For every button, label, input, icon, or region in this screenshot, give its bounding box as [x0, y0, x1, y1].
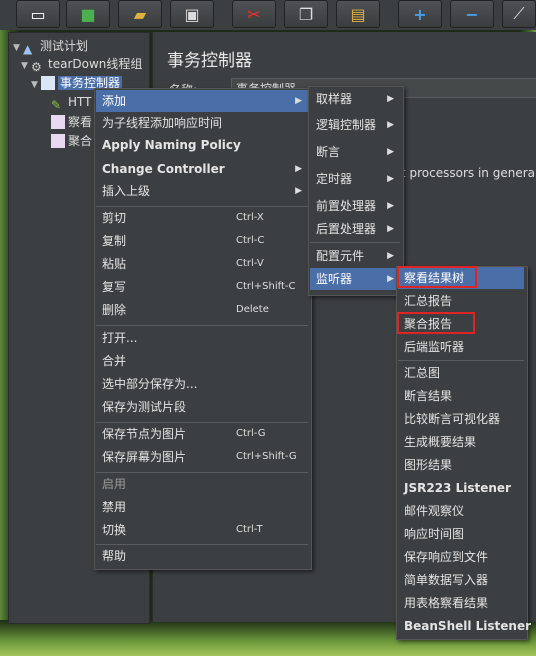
menu-item-delete[interactable]: 删除 Delete [96, 299, 308, 321]
pen-icon: ✎ [51, 98, 62, 112]
submenu-arrow-icon: ▶ [387, 94, 394, 104]
flask-icon: ▲ [23, 42, 33, 56]
menu-item-duplicate[interactable]: 复写 Ctrl+Shift-C [96, 276, 308, 298]
listener-item-save-responses[interactable]: 保存响应到文件 [398, 546, 524, 568]
expand-icon[interactable]: + [398, 0, 442, 28]
toggle-icon[interactable]: ⟋ [502, 0, 536, 28]
submenu-item-assertion[interactable]: 断言 ▶ [310, 141, 400, 163]
paste-icon[interactable]: ▤ [336, 0, 380, 28]
tree-item-label: HTT [68, 95, 92, 109]
menu-item-save-screen-image[interactable]: 保存屏幕为图片 Ctrl+Shift-G [96, 446, 308, 468]
submenu-arrow-icon: ▶ [387, 174, 394, 184]
menu-item-open[interactable]: 打开... [96, 327, 308, 349]
submenu-arrow-icon: ▶ [387, 120, 394, 130]
menu-item-disable[interactable]: 禁用 [96, 496, 308, 518]
menu-item-add-think-time[interactable]: 为子线程添加响应时间 [96, 112, 308, 134]
submenu-item-post-processor[interactable]: 后置处理器 ▶ [310, 218, 400, 240]
submenu-item-sampler[interactable]: 取样器 ▶ [310, 88, 400, 110]
tree-item-http[interactable]: ✎ HTT [51, 93, 92, 112]
menu-item-save-fragment[interactable]: 保存为测试片段 [96, 396, 308, 418]
menu-separator [96, 325, 308, 326]
submenu-arrow-icon: ▶ [387, 201, 394, 211]
save-icon[interactable]: ▣ [170, 0, 214, 28]
menu-item-save-selection[interactable]: 选中部分保存为... [96, 373, 308, 395]
tree-item-teardown[interactable]: ▼ ⚙ tearDown线程组 [21, 55, 143, 75]
listener-item-summary-report[interactable]: 汇总报告 [398, 290, 524, 312]
tree-item-view-results[interactable]: 察看 [51, 113, 92, 131]
menu-item-copy[interactable]: 复制 Ctrl-C [96, 230, 308, 252]
menu-item-paste[interactable]: 粘贴 Ctrl-V [96, 253, 308, 275]
tree-item-label: tearDown线程组 [48, 57, 143, 71]
expand-icon[interactable]: ▼ [21, 57, 31, 75]
listener-item-comparison-visualizer[interactable]: 比较断言可视化器 [398, 408, 524, 430]
gear-icon: ⚙ [31, 60, 42, 74]
copy-icon[interactable]: ❐ [284, 0, 328, 28]
controller-icon [41, 76, 55, 90]
chart-icon [51, 134, 65, 148]
submenu-item-logic-controller[interactable]: 逻辑控制器 ▶ [310, 114, 400, 136]
submenu-item-timer[interactable]: 定时器 ▶ [310, 168, 400, 190]
menu-separator [310, 242, 400, 243]
submenu-item-config-element[interactable]: 配置元件 ▶ [310, 245, 400, 267]
submenu-item-listener[interactable]: 监听器 ▶ [310, 268, 400, 290]
listener-item-aggregate-report[interactable]: 聚合报告 [398, 313, 524, 335]
templates-icon[interactable]: ■ [66, 0, 110, 28]
listener-item-mailer[interactable]: 邮件观察仪 [398, 500, 524, 522]
menu-item-merge[interactable]: 合并 [96, 350, 308, 372]
expand-icon[interactable]: ▼ [31, 76, 41, 94]
submenu-arrow-icon: ▶ [387, 251, 394, 261]
submenu-arrow-icon: ▶ [295, 164, 302, 174]
listener-item-jsr223[interactable]: JSR223 Listener [398, 477, 524, 499]
submenu-item-pre-processor[interactable]: 前置处理器 ▶ [310, 195, 400, 217]
tree-item-label: 测试计划 [40, 39, 89, 53]
listener-item-view-results-table[interactable]: 用表格察看结果 [398, 592, 524, 614]
listener-item-beanshell[interactable]: BeanShell Listener [398, 615, 531, 637]
add-submenu: 取样器 ▶ 逻辑控制器 ▶ 断言 ▶ 定时器 ▶ 前置处理器 ▶ 后置处理器 ▶ 配置元件 ▶… [308, 86, 404, 296]
menu-item-enable: 启用 [102, 477, 127, 491]
menu-separator [398, 360, 524, 361]
page-title: 事务控制器 [167, 51, 252, 71]
menu-item-toggle[interactable]: 切换 Ctrl-T [96, 519, 308, 541]
listener-item-summary-graph[interactable]: 汇总图 [398, 362, 524, 384]
description-text: t processors in genera [401, 166, 536, 180]
submenu-arrow-icon: ▶ [387, 224, 394, 234]
listener-item-assertion-results[interactable]: 断言结果 [398, 385, 524, 407]
menu-item-apply-naming[interactable]: Apply Naming Policy [96, 134, 308, 156]
listener-item-response-time-graph[interactable]: 响应时间图 [398, 523, 524, 545]
listener-item-generate-summary[interactable]: 生成概要结果 [398, 431, 524, 453]
collapse-icon[interactable]: − [450, 0, 494, 28]
chart-icon [51, 115, 65, 129]
menu-item-insert-parent[interactable]: 插入上级 ▶ [96, 180, 308, 202]
submenu-arrow-icon: ▶ [295, 96, 302, 106]
context-menu: 添加 ▶ 为子线程添加响应时间 Apply Naming Policy Chang… [94, 88, 312, 570]
submenu-arrow-icon: ▶ [387, 147, 394, 157]
tree-item-label: 聚合 [68, 134, 93, 148]
submenu-arrow-icon: ▶ [387, 274, 394, 284]
menu-item-save-node-image[interactable]: 保存节点为图片 Ctrl-G [96, 423, 308, 445]
menu-item-help[interactable]: 帮助 [96, 545, 308, 567]
toolbar: ▭ ■ ▰ ▣ ✂ ❐ ▤ + − ⟋ [0, 0, 536, 30]
menu-item-add[interactable]: 添加 ▶ [96, 90, 308, 112]
menu-item-cut[interactable]: 剪切 Ctrl-X [96, 207, 308, 229]
listener-item-backend-listener[interactable]: 后端监听器 [398, 336, 524, 358]
listener-item-graph-results[interactable]: 图形结果 [398, 454, 524, 476]
listener-item-view-results-tree[interactable]: 察看结果树 [398, 267, 524, 289]
menu-item-change-controller[interactable]: Change Controller ▶ [96, 158, 308, 180]
tree-item-test-plan[interactable]: ▼ ▲ 测试计划 [13, 37, 89, 56]
open-icon[interactable]: ▰ [118, 0, 162, 28]
submenu-arrow-icon: ▶ [295, 186, 302, 196]
listener-item-simple-data-writer[interactable]: 简单数据写入器 [398, 569, 524, 591]
tree-item-aggregate[interactable]: 聚合 [51, 132, 92, 150]
cut-icon[interactable]: ✂ [232, 0, 276, 28]
new-icon[interactable]: ▭ [16, 0, 60, 28]
listener-submenu: 察看结果树 汇总报告 聚合报告 后端监听器 汇总图 断言结果 比较断言可视化器 … [396, 266, 531, 640]
tree-item-label: 察看 [68, 115, 93, 129]
